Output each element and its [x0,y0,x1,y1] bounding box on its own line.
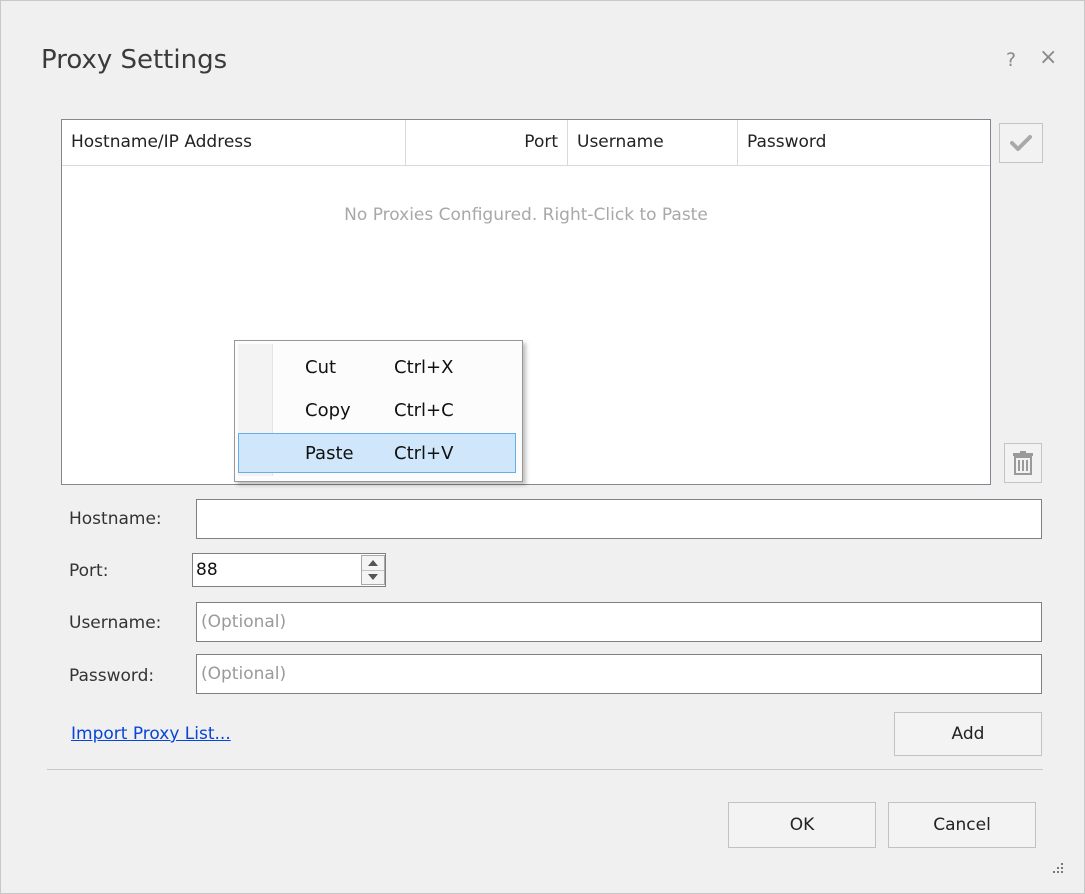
password-label: Password: [69,666,155,686]
port-label: Port: [69,561,109,581]
port-decrement-button[interactable] [362,570,384,584]
import-proxy-list-link[interactable]: Import Proxy List... [71,724,231,744]
grid-header: Hostname/IP Address Port Username Passwo… [62,120,990,166]
caret-up-icon [368,560,378,566]
cancel-button[interactable]: Cancel [888,802,1036,848]
hostname-input[interactable] [196,499,1042,539]
password-input[interactable] [196,654,1042,694]
context-menu-shortcut: Ctrl+C [394,400,454,421]
context-menu-label: Paste [305,443,354,464]
confirm-proxy-button[interactable] [999,123,1043,163]
delete-proxy-button[interactable] [1004,443,1042,483]
context-menu-label: Cut [305,357,337,378]
username-label: Username: [69,613,162,633]
add-button[interactable]: Add [894,712,1042,756]
column-header-hostname[interactable]: Hostname/IP Address [62,120,406,165]
proxy-settings-dialog: Proxy Settings ? × Hostname/IP Address P… [0,0,1085,894]
proxy-list-grid[interactable]: Hostname/IP Address Port Username Passwo… [61,119,991,485]
column-header-password[interactable]: Password [738,120,990,165]
context-menu-shortcut: Ctrl+V [394,443,454,464]
close-button[interactable]: × [1039,45,1057,70]
ok-button[interactable]: OK [728,802,876,848]
resize-grip-icon[interactable] [1049,861,1065,877]
separator [47,769,1043,770]
trash-icon [1013,451,1033,475]
caret-down-icon [368,574,378,580]
empty-grid-message: No Proxies Configured. Right-Click to Pa… [344,205,708,225]
checkmark-icon [1010,135,1032,151]
context-menu-label: Copy [305,400,351,421]
hostname-label: Hostname: [69,509,162,529]
context-menu-shortcut: Ctrl+X [394,357,454,378]
username-input[interactable] [196,602,1042,642]
context-menu-item-copy[interactable]: Copy Ctrl+C [238,390,516,430]
context-menu-item-paste[interactable]: Paste Ctrl+V [238,433,516,473]
help-button[interactable]: ? [1006,49,1016,71]
column-header-port[interactable]: Port [406,120,568,165]
context-menu: Cut Ctrl+X Copy Ctrl+C Paste Ctrl+V [234,340,523,482]
port-increment-button[interactable] [362,556,384,571]
dialog-title: Proxy Settings [41,45,228,75]
port-stepper[interactable] [361,555,385,585]
column-header-username[interactable]: Username [568,120,738,165]
context-menu-item-cut[interactable]: Cut Ctrl+X [238,347,516,387]
port-input[interactable] [192,553,386,587]
